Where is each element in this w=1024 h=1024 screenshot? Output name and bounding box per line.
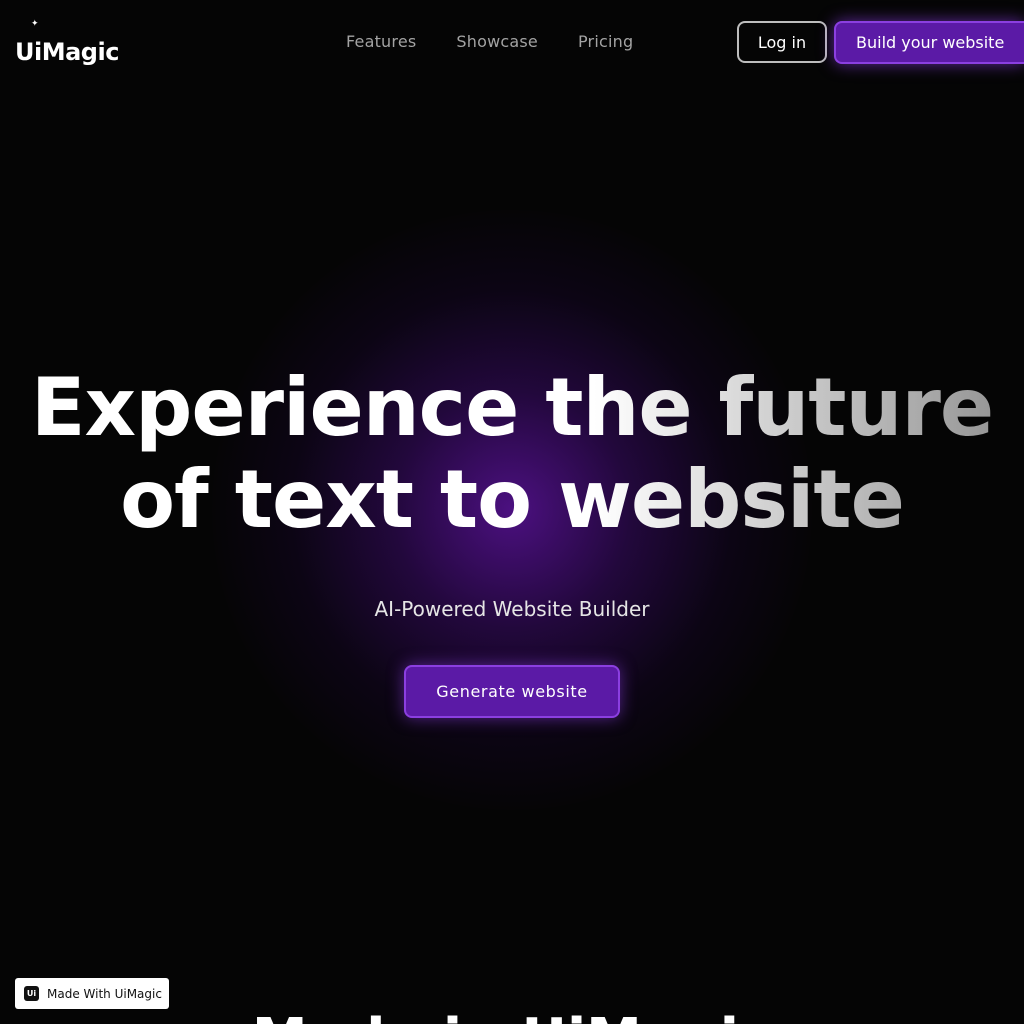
badge-label: Made With UiMagic [47, 986, 162, 1001]
sparkle-icon: ✦ [31, 19, 39, 29]
nav-link-pricing[interactable]: Pricing [578, 30, 633, 54]
logo-text: UiMagic [15, 38, 119, 66]
made-with-badge[interactable]: Ui Made With UiMagic [15, 978, 169, 1009]
logo[interactable]: ✦ UiMagic [15, 20, 119, 66]
nav-link-showcase[interactable]: Showcase [456, 30, 538, 54]
hero-title: Experience the future of text to website [0, 362, 1024, 546]
next-section-heading: Made in UiMagic [0, 1008, 1024, 1024]
login-button[interactable]: Log in [737, 21, 827, 63]
hero-title-line-1: Experience the future [0, 362, 1024, 454]
hero-title-line-2: of text to website [0, 454, 1024, 546]
nav-link-features[interactable]: Features [346, 30, 416, 54]
uimagic-logo-icon: Ui [24, 986, 39, 1001]
landing-page: ✦ UiMagic Features Showcase Pricing Log … [0, 0, 1024, 1024]
generate-website-button[interactable]: Generate website [404, 665, 620, 718]
build-website-button[interactable]: Build your website [834, 21, 1024, 64]
main-nav: Features Showcase Pricing [346, 30, 633, 54]
hero-subtitle: AI-Powered Website Builder [374, 597, 650, 621]
